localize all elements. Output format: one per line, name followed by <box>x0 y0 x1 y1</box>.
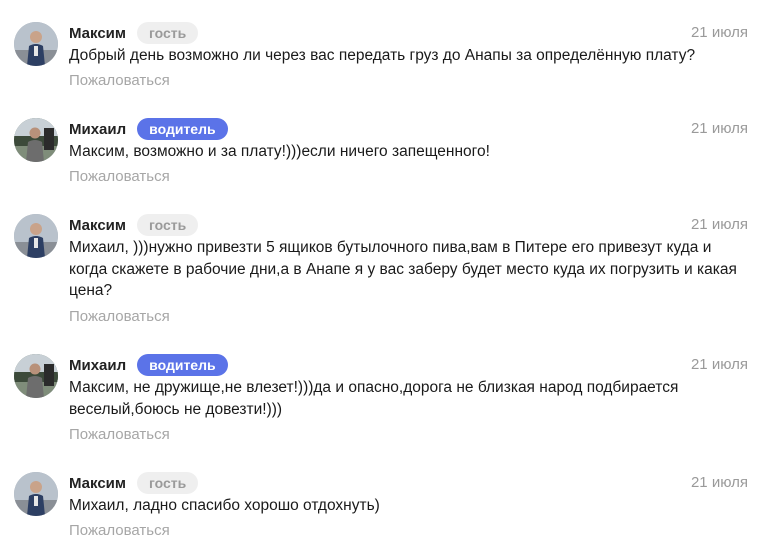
report-link[interactable]: Пожаловаться <box>69 522 170 539</box>
avatar-mikhail[interactable] <box>14 354 58 398</box>
comment-date: 21 июля <box>690 356 748 373</box>
role-badge: водитель <box>137 354 228 376</box>
report-link[interactable]: Пожаловаться <box>69 308 170 325</box>
comment-author[interactable]: Максим <box>69 475 126 492</box>
person-avatar-icon <box>14 354 58 398</box>
role-badge: гость <box>137 472 199 494</box>
person-avatar-icon <box>14 22 58 66</box>
avatar-maxim[interactable] <box>14 472 58 516</box>
person-avatar-icon <box>14 118 58 162</box>
comment-date: 21 июля <box>690 24 748 41</box>
role-badge: гость <box>137 214 199 236</box>
comment-author[interactable]: Михаил <box>69 121 126 138</box>
role-badge: гость <box>137 22 199 44</box>
avatar-mikhail[interactable] <box>14 118 58 162</box>
comment-author[interactable]: Максим <box>69 217 126 234</box>
comment-author[interactable]: Михаил <box>69 357 126 374</box>
person-avatar-icon <box>14 472 58 516</box>
comment-date: 21 июля <box>690 120 748 137</box>
comment-date: 21 июля <box>690 216 748 233</box>
comment-text: Максим, не дружище,не влезет!)))да и опа… <box>69 379 679 418</box>
avatar-maxim[interactable] <box>14 22 58 66</box>
role-badge: водитель <box>137 118 228 140</box>
comment-date: 21 июля <box>690 474 748 491</box>
report-link[interactable]: Пожаловаться <box>69 426 170 443</box>
report-link[interactable]: Пожаловаться <box>69 168 170 185</box>
comment-text: Михаил, ладно спасибо хорошо отдохнуть) <box>69 497 380 514</box>
comment-text: Добрый день возможно ли через вас переда… <box>69 47 696 64</box>
comment-author[interactable]: Максим <box>69 25 126 42</box>
report-link[interactable]: Пожаловаться <box>69 72 170 89</box>
comment-text: Максим, возможно и за плату!)))если ниче… <box>69 143 490 160</box>
person-avatar-icon <box>14 214 58 258</box>
avatar-maxim[interactable] <box>14 214 58 258</box>
comment-text: Михаил, )))нужно привезти 5 ящиков бутыл… <box>69 239 737 299</box>
